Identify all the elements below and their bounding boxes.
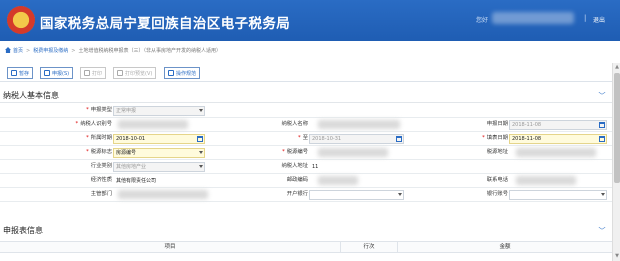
breadcrumb-tax-filing[interactable]: 税费申报及缴纳 (33, 48, 68, 54)
calendar-icon (599, 136, 605, 142)
section-title-report-info: 申报表信息 (3, 226, 43, 235)
tax-address-redacted (516, 148, 596, 157)
period-start-label: * 所属时期 (86, 135, 112, 141)
section-divider (0, 102, 612, 103)
chevron-down-icon (199, 151, 203, 154)
declare-date-field[interactable]: 2018-11-08 (509, 120, 607, 130)
form-row: * 纳税人识别号 纳税人名称 申报日期 2018-11-08 (0, 118, 612, 132)
postcode-redacted (318, 176, 358, 185)
site-header: 国家税务总局宁夏回族自治区电子税务局 您好 | 退出 (0, 0, 620, 41)
period-to-label: * 至 (298, 135, 308, 141)
taxpayer-id-label: * 纳税人识别号 (75, 121, 112, 127)
form-row: * 申报类型 正常申报 (0, 104, 612, 118)
form-row: * 税源标志 房源编号 * 税源编号 税源地址 (0, 146, 612, 160)
chevron-down-icon (398, 193, 402, 196)
industry-label: 行业类别 (90, 163, 112, 169)
operation-guide-button[interactable]: 操作规范 (164, 67, 201, 79)
breadcrumb-separator: > (71, 48, 76, 54)
taxpayer-name-redacted (318, 120, 400, 129)
tax-item-select[interactable]: 房源编号 (113, 148, 205, 158)
home-icon (5, 47, 11, 53)
header-divider: | (584, 14, 587, 22)
period-end-field[interactable]: 2018-10-31 (309, 134, 404, 144)
form-row: 经济性质 其他有限责任公司 邮政编码 联系电话 (0, 174, 612, 188)
declare-type-label: * 申报类型 (86, 107, 112, 113)
form-row: 行业类别 其他房地产业 纳税人地址 11 (0, 160, 612, 174)
tax-source-no-label: * 税源编号 (282, 149, 308, 155)
fill-date-label: * 填表日期 (482, 135, 508, 141)
phone-redacted (516, 176, 576, 185)
tax-emblem-icon (7, 6, 35, 34)
industry-select[interactable]: 其他房地产业 (113, 162, 205, 172)
column-header-amount: 金额 (499, 244, 511, 250)
account-label: 银行账号 (486, 191, 508, 197)
save-icon (11, 70, 17, 76)
bank-label: 开户银行 (286, 191, 308, 197)
account-select[interactable] (509, 190, 607, 200)
collapse-report-info-icon[interactable]: ﹀ (598, 226, 606, 235)
vertical-scrollbar[interactable]: ▲ ▼ (612, 63, 620, 261)
taxpayer-name-label: 纳税人名称 (281, 121, 309, 127)
calendar-icon (599, 122, 605, 128)
declare-button[interactable]: 申报(S) (40, 67, 74, 79)
calendar-icon (197, 136, 203, 142)
authority-label: 主管部门 (90, 191, 112, 197)
form-row: 主管部门 开户银行 银行账号 (0, 188, 612, 202)
scroll-up-icon[interactable]: ▲ (614, 64, 620, 70)
scroll-thumb[interactable] (614, 73, 620, 183)
save-draft-button[interactable]: 暂存 (7, 67, 34, 79)
economic-nature-label: 经济性质 (90, 177, 112, 183)
column-header-line: 行次 (363, 244, 375, 250)
economic-nature-field[interactable]: 其他有限责任公司 (113, 176, 205, 186)
print-icon (84, 70, 90, 76)
declare-icon (44, 70, 50, 76)
tax-item-label: * 税源标志 (86, 149, 112, 155)
breadcrumb-current: 土地增值税纳税申报表（三）（非从事房地产开发的纳税人适用） (78, 48, 221, 54)
toolbar: 暂存 申报(S) 打印 打印预览(V) 操作规范 (0, 63, 612, 82)
taxpayer-address-field[interactable]: 11 (309, 162, 404, 172)
chevron-down-icon (601, 193, 605, 196)
collapse-basic-info-icon[interactable]: ﹀ (598, 91, 606, 100)
form-row: * 所属时期 2018-10-01 * 至 2018-10-31 * 填表日期 201… (0, 132, 612, 146)
print-preview-button[interactable]: 打印预览(V) (113, 67, 157, 79)
tax-source-no-redacted (318, 148, 388, 157)
chevron-down-icon (199, 109, 203, 112)
breadcrumb-separator: > (26, 48, 31, 54)
authority-redacted (118, 190, 208, 199)
guide-icon (168, 70, 174, 76)
tax-address-label: 税源地址 (486, 149, 508, 155)
declare-type-select[interactable]: 正常申报 (113, 106, 205, 116)
column-header-item: 项目 (164, 244, 176, 250)
welcome-text: 您好 (476, 17, 489, 24)
print-preview-icon (117, 70, 123, 76)
taxpayer-address-label: 纳税人地址 (281, 163, 309, 169)
calendar-icon (396, 136, 402, 142)
fill-date-field[interactable]: 2018-11-08 (509, 134, 607, 144)
declare-date-label: 申报日期 (486, 121, 508, 127)
report-table-header: 项目 行次 金额 (0, 241, 612, 253)
postcode-label: 邮政编码 (286, 177, 308, 183)
section-title-basic-info: 纳税人基本信息 (3, 91, 59, 100)
site-title: 国家税务总局宁夏回族自治区电子税务局 (40, 16, 291, 32)
user-name-redacted (492, 12, 574, 24)
period-start-field[interactable]: 2018-10-01 (113, 134, 205, 144)
breadcrumb-home[interactable]: 首页 (13, 48, 23, 54)
scroll-down-icon[interactable]: ▼ (614, 253, 620, 259)
bank-select[interactable] (309, 190, 404, 200)
breadcrumb: 首页 > 税费申报及缴纳 > 土地增值税纳税申报表（三）（非从事房地产开发的纳税人适用） (0, 45, 620, 57)
logout-link[interactable]: 退出 (593, 15, 605, 24)
print-button[interactable]: 打印 (80, 67, 107, 79)
chevron-down-icon (199, 165, 203, 168)
phone-label: 联系电话 (486, 177, 508, 183)
taxpayer-id-redacted (118, 120, 188, 129)
